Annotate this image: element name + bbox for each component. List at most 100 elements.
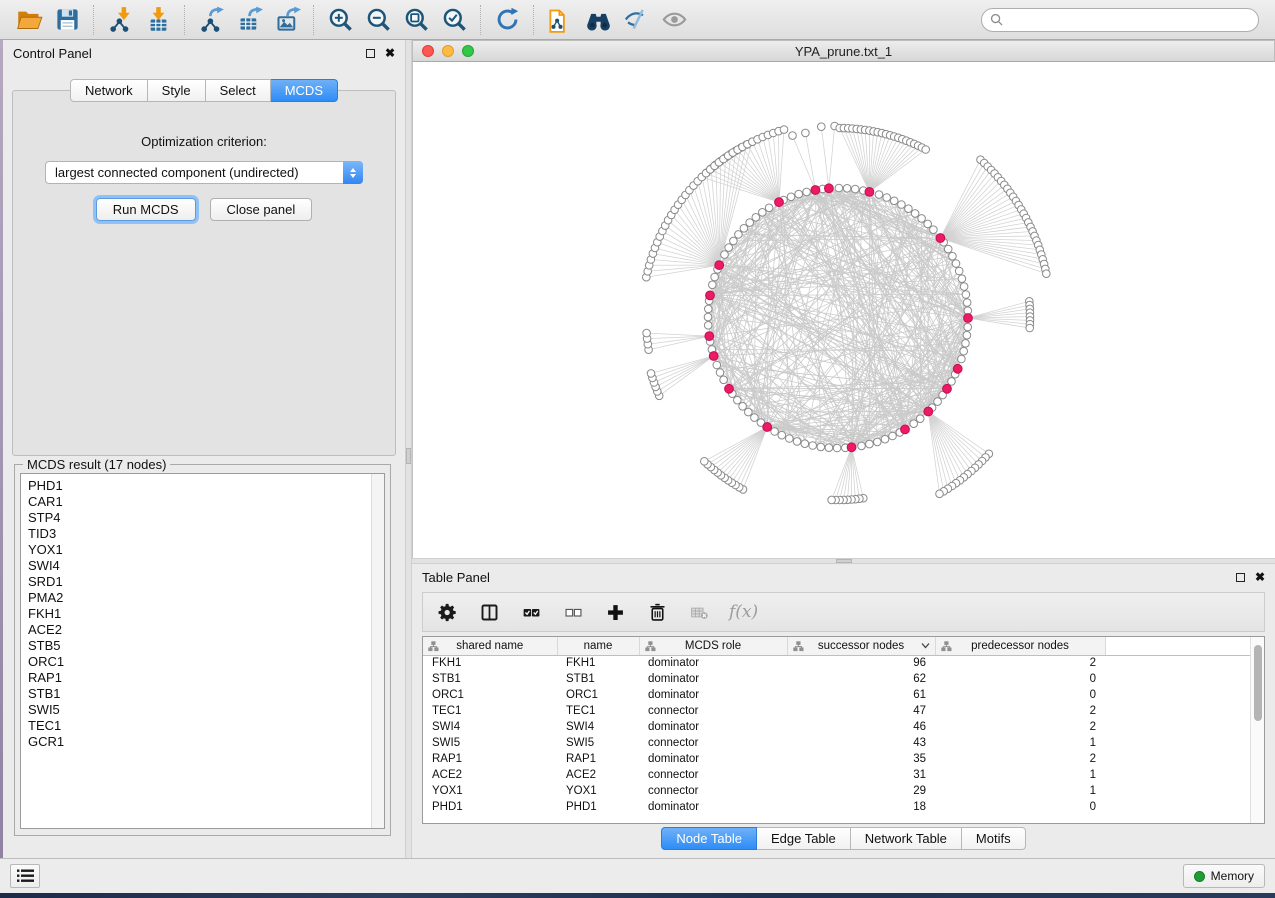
eye-slash-icon	[623, 6, 650, 33]
table-row[interactable]: STB1STB1dominator620	[423, 671, 1250, 687]
zoom-out-button[interactable]	[359, 3, 397, 37]
mcds-result-item[interactable]: ORC1	[28, 654, 371, 670]
delete-column-button[interactable]	[645, 600, 669, 624]
import-network-button[interactable]	[101, 3, 139, 37]
save-session-button[interactable]	[48, 3, 86, 37]
refresh-button[interactable]	[488, 3, 526, 37]
splitter-handle[interactable]	[836, 559, 852, 563]
mcds-result-item[interactable]: SWI5	[28, 702, 371, 718]
show-column-panel-button[interactable]	[477, 600, 501, 624]
table-cell: dominator	[639, 655, 787, 671]
table-row[interactable]: RAP1RAP1dominator352	[423, 751, 1250, 767]
table-cell: 96	[787, 655, 935, 671]
horizontal-splitter[interactable]	[412, 558, 1275, 564]
close-panel-icon[interactable]: ✖	[385, 49, 395, 58]
export-network-button[interactable]	[192, 3, 230, 37]
export-table-button[interactable]	[230, 3, 268, 37]
column-header-shared-name[interactable]: shared name	[423, 637, 557, 655]
select-all-button[interactable]	[519, 600, 543, 624]
tab-style[interactable]: Style	[148, 79, 206, 102]
split-panel-icon	[479, 602, 500, 623]
mcds-list-scrollbar[interactable]	[371, 474, 384, 828]
zoom-selected-button[interactable]	[435, 3, 473, 37]
table-row[interactable]: ORC1ORC1dominator610	[423, 687, 1250, 703]
table-cell: connector	[639, 767, 787, 783]
show-all-button[interactable]	[655, 3, 693, 37]
mcds-result-item[interactable]: ACE2	[28, 622, 371, 638]
table-cell: 47	[787, 703, 935, 719]
zoom-selected-icon	[441, 6, 468, 33]
mcds-result-item[interactable]: PHD1	[28, 478, 371, 494]
zoom-fit-button[interactable]	[397, 3, 435, 37]
table-row[interactable]: SWI4SWI4dominator462	[423, 719, 1250, 735]
mcds-result-item[interactable]: RAP1	[28, 670, 371, 686]
tab-motifs[interactable]: Motifs	[962, 827, 1026, 850]
node-table[interactable]: shared namenameMCDS rolesuccessor nodesp…	[423, 637, 1250, 815]
table-row[interactable]: ACE2ACE2connector311	[423, 767, 1250, 783]
open-session-button[interactable]	[10, 3, 48, 37]
mcds-result-item[interactable]: SWI4	[28, 558, 371, 574]
mcds-result-item[interactable]: STP4	[28, 510, 371, 526]
mcds-result-item[interactable]: FKH1	[28, 606, 371, 622]
search-network-button[interactable]	[579, 3, 617, 37]
table-settings-button[interactable]	[435, 600, 459, 624]
search-input[interactable]	[1003, 13, 1250, 27]
network-window-titlebar[interactable]: YPA_prune.txt_1	[412, 40, 1275, 62]
column-header-predecessor-nodes[interactable]: predecessor nodes	[935, 637, 1105, 655]
mcds-result-item[interactable]: STB5	[28, 638, 371, 654]
column-header-mcds-role[interactable]: MCDS role	[639, 637, 787, 655]
table-row[interactable]: SWI5SWI5connector431	[423, 735, 1250, 751]
table-cell: PHD1	[557, 799, 639, 815]
export-image-button[interactable]	[268, 3, 306, 37]
vertical-splitter[interactable]	[405, 40, 412, 858]
splitter-handle[interactable]	[406, 448, 411, 464]
mcds-result-item[interactable]: PMA2	[28, 590, 371, 606]
mcds-result-item[interactable]: YOX1	[28, 542, 371, 558]
run-mcds-button[interactable]: Run MCDS	[96, 198, 196, 221]
float-panel-icon[interactable]	[366, 49, 375, 58]
create-column-button[interactable]	[603, 600, 627, 624]
criterion-dropdown[interactable]: largest connected component (undirected)	[45, 161, 363, 184]
criterion-value: largest connected component (undirected)	[46, 165, 343, 180]
hide-selected-button[interactable]	[617, 3, 655, 37]
mcds-result-item[interactable]: TID3	[28, 526, 371, 542]
column-header-name[interactable]: name	[557, 637, 639, 655]
deselect-all-button[interactable]	[561, 600, 585, 624]
column-header-successor-nodes[interactable]: successor nodes	[787, 637, 935, 655]
mcds-result-item[interactable]: GCR1	[28, 734, 371, 750]
close-panel-button[interactable]: Close panel	[210, 198, 313, 221]
table-row[interactable]: YOX1YOX1connector291	[423, 783, 1250, 799]
table-scrollbar-thumb[interactable]	[1254, 645, 1262, 721]
task-history-button[interactable]	[10, 864, 40, 888]
zoom-in-button[interactable]	[321, 3, 359, 37]
control-panel-tabs: NetworkStyleSelectMCDS	[3, 79, 405, 102]
network-search-box[interactable]	[981, 8, 1259, 32]
network-graph[interactable]	[413, 62, 1275, 558]
clone-network-button[interactable]	[541, 3, 579, 37]
tab-node-table[interactable]: Node Table	[661, 827, 757, 850]
import-table-button[interactable]	[139, 3, 177, 37]
table-row[interactable]: TEC1TEC1connector472	[423, 703, 1250, 719]
tab-mcds[interactable]: MCDS	[271, 79, 338, 102]
table-cell: ORC1	[423, 687, 557, 703]
network-canvas[interactable]	[412, 62, 1275, 558]
delete-table-icon	[689, 602, 710, 623]
mcds-result-item[interactable]: TEC1	[28, 718, 371, 734]
tab-edge-table[interactable]: Edge Table	[757, 827, 851, 850]
memory-button[interactable]: Memory	[1183, 864, 1265, 888]
close-panel-icon[interactable]: ✖	[1255, 573, 1265, 582]
tab-select[interactable]: Select	[206, 79, 271, 102]
table-row[interactable]: FKH1FKH1dominator962	[423, 655, 1250, 671]
mcds-result-item[interactable]: STB1	[28, 686, 371, 702]
mcds-result-item[interactable]: SRD1	[28, 574, 371, 590]
table-cell-filler	[1105, 767, 1250, 783]
mcds-result-title: MCDS result (17 nodes)	[23, 457, 170, 472]
table-cell-filler	[1105, 703, 1250, 719]
tab-network[interactable]: Network	[70, 79, 148, 102]
table-scrollbar[interactable]	[1250, 637, 1264, 823]
table-row[interactable]: PHD1PHD1dominator180	[423, 799, 1250, 815]
tab-network-table[interactable]: Network Table	[851, 827, 962, 850]
mcds-result-item[interactable]: CAR1	[28, 494, 371, 510]
float-panel-icon[interactable]	[1236, 573, 1245, 582]
eye-icon	[661, 6, 688, 33]
